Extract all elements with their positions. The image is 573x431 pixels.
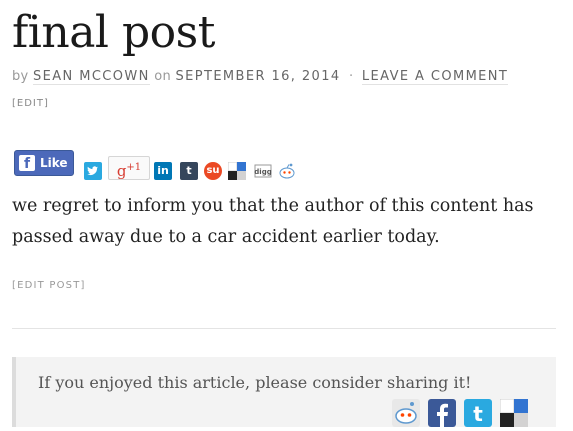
facebook-icon: f (19, 155, 35, 172)
divider (12, 328, 556, 329)
tumblr-icon[interactable]: t (180, 162, 198, 180)
post-date: SEPTEMBER 16, 2014 (175, 69, 341, 84)
post-title: final post (12, 7, 215, 58)
meta-separator: · (348, 69, 354, 84)
author-link[interactable]: SEAN MCCOWN (32, 69, 150, 85)
digg-icon[interactable]: digg (254, 162, 272, 180)
facebook-like-button[interactable]: f Like (14, 150, 74, 176)
reddit-icon[interactable] (278, 162, 296, 180)
meta-on: on (154, 69, 172, 84)
edit-post-link[interactable]: [EDIT POST] (12, 280, 86, 291)
google-plus-count: +1 (126, 162, 142, 173)
reddit-icon[interactable] (392, 399, 420, 427)
leave-comment-link[interactable]: LEAVE A COMMENT (361, 69, 509, 85)
linkedin-icon[interactable]: in (154, 162, 172, 180)
facebook-like-label: Like (40, 156, 68, 170)
meta-by: by (12, 69, 29, 84)
stumbleupon-icon[interactable]: su (204, 162, 222, 180)
twitter-icon[interactable] (84, 162, 102, 180)
google-plus-button[interactable]: g+1 (108, 156, 150, 180)
edit-link[interactable]: [EDIT] (12, 98, 49, 109)
facebook-icon[interactable] (428, 399, 456, 427)
svg-text:digg: digg (254, 168, 271, 176)
post-body: we regret to inform you that the author … (12, 196, 534, 247)
svg-text:t: t (473, 402, 483, 426)
twitter-icon[interactable]: t (464, 399, 492, 427)
share-prompt: If you enjoyed this article, please cons… (38, 373, 472, 392)
delicious-icon[interactable] (499, 398, 528, 427)
google-plus-icon: g (116, 162, 127, 180)
post-meta: by SEAN MCCOWN on SEPTEMBER 16, 2014 · L… (12, 69, 509, 85)
delicious-icon[interactable] (227, 161, 246, 180)
share-box: If you enjoyed this article, please cons… (12, 357, 556, 427)
